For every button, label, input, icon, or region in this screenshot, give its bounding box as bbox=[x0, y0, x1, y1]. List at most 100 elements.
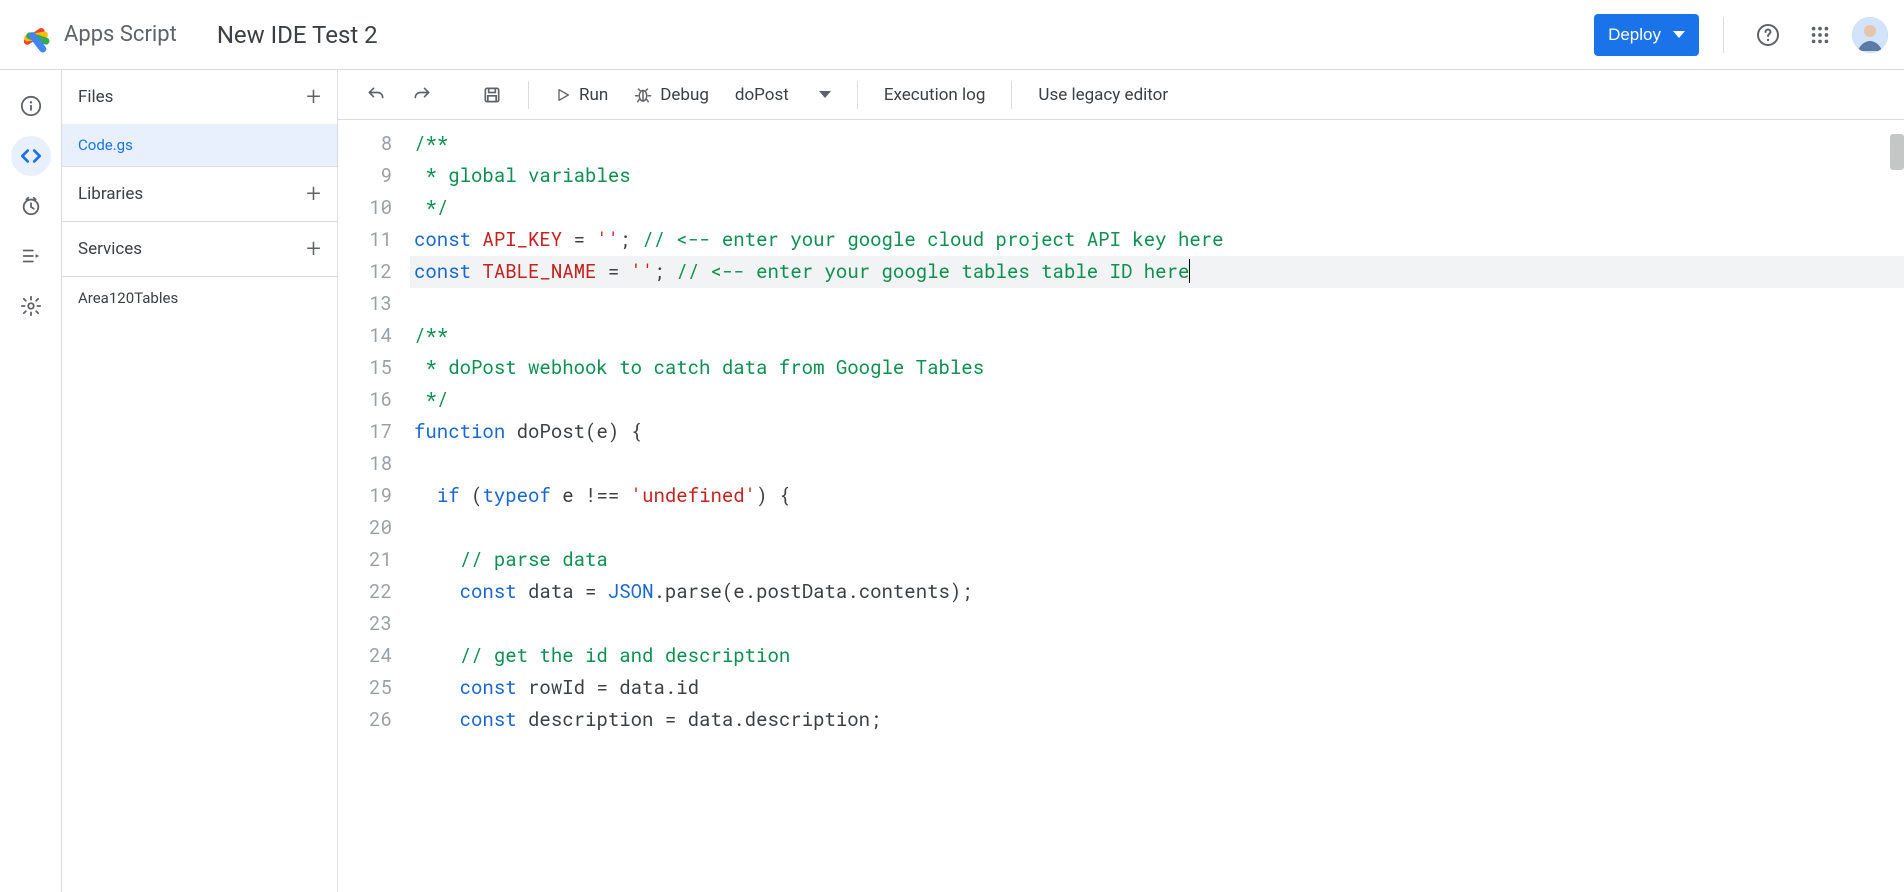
main-layout: Files + Code.gs Libraries + Services + A… bbox=[0, 70, 1904, 892]
code-token bbox=[414, 675, 460, 700]
line-number: 10 bbox=[338, 192, 392, 224]
debug-button[interactable]: Debug bbox=[624, 79, 719, 111]
code-token: .parse(e.postData.contents); bbox=[653, 579, 972, 604]
text-cursor bbox=[1189, 259, 1190, 283]
rail-triggers[interactable] bbox=[11, 186, 51, 226]
code-token: // <-- enter your google cloud project A… bbox=[642, 227, 1224, 252]
code-line[interactable]: */ bbox=[410, 384, 1904, 416]
code-line[interactable] bbox=[410, 512, 1904, 544]
files-label: Files bbox=[78, 87, 113, 107]
code-line[interactable]: const API_KEY = ''; // <-- enter your go… bbox=[410, 224, 1904, 256]
line-number: 24 bbox=[338, 640, 392, 672]
code-line[interactable]: // parse data bbox=[410, 544, 1904, 576]
libraries-section: Libraries + bbox=[62, 167, 337, 222]
chevron-down-icon bbox=[1673, 31, 1685, 38]
code-line[interactable]: const data = JSON.parse(e.postData.conte… bbox=[410, 576, 1904, 608]
rail-settings[interactable] bbox=[11, 286, 51, 326]
toolbar-separator bbox=[1011, 81, 1012, 109]
code-token: ; bbox=[619, 227, 642, 252]
undo-button[interactable] bbox=[356, 79, 396, 111]
legacy-editor-label: Use legacy editor bbox=[1038, 85, 1168, 105]
apps-menu-button[interactable] bbox=[1800, 15, 1840, 55]
chevron-down-icon bbox=[819, 91, 831, 98]
files-header: Files + bbox=[62, 70, 337, 124]
redo-icon bbox=[412, 85, 432, 105]
line-number: 14 bbox=[338, 320, 392, 352]
code-token: * global variables bbox=[425, 163, 630, 188]
add-file-button[interactable]: + bbox=[306, 84, 321, 110]
code-token: typeof bbox=[482, 483, 550, 508]
deploy-button[interactable]: Deploy bbox=[1594, 14, 1699, 56]
project-title[interactable]: New IDE Test 2 bbox=[217, 21, 378, 49]
account-avatar[interactable] bbox=[1852, 17, 1888, 53]
divider bbox=[1723, 17, 1724, 53]
info-icon bbox=[20, 95, 42, 117]
code-token bbox=[414, 355, 425, 380]
file-name: Code.gs bbox=[78, 136, 133, 154]
code-line[interactable]: /** bbox=[410, 320, 1904, 352]
code-line[interactable]: const rowId = data.id bbox=[410, 672, 1904, 704]
code-token: data = bbox=[528, 579, 608, 604]
service-item[interactable]: Area120Tables bbox=[62, 277, 337, 319]
execution-log-button[interactable]: Execution log bbox=[874, 79, 996, 111]
code-token: = bbox=[562, 227, 596, 252]
clock-icon bbox=[20, 195, 42, 217]
code-token bbox=[414, 195, 425, 220]
line-number: 18 bbox=[338, 448, 392, 480]
code-line[interactable]: * global variables bbox=[410, 160, 1904, 192]
add-service-button[interactable]: + bbox=[306, 236, 321, 262]
help-icon bbox=[1756, 23, 1780, 47]
save-button[interactable] bbox=[472, 79, 512, 111]
code-token: description = data.description; bbox=[528, 707, 881, 732]
file-item-code[interactable]: Code.gs bbox=[62, 124, 337, 166]
line-number: 26 bbox=[338, 704, 392, 736]
code-token: /** bbox=[414, 131, 448, 156]
app-name: Apps Script bbox=[64, 22, 177, 47]
function-selector[interactable]: doPost bbox=[725, 79, 841, 111]
code-line[interactable]: /** bbox=[410, 128, 1904, 160]
code-editor[interactable]: 891011121314151617181920212223242526 /**… bbox=[338, 120, 1904, 892]
code-line[interactable]: const TABLE_NAME = ''; // <-- enter your… bbox=[410, 256, 1904, 288]
code-line[interactable]: const description = data.description; bbox=[410, 704, 1904, 736]
code-line[interactable]: */ bbox=[410, 192, 1904, 224]
code-token: // get the id and description bbox=[460, 643, 791, 668]
code-token: const bbox=[460, 579, 528, 604]
line-gutter: 891011121314151617181920212223242526 bbox=[338, 120, 410, 892]
code-token: */ bbox=[425, 195, 448, 220]
apps-script-logo-icon bbox=[16, 15, 56, 55]
code-line[interactable]: * doPost webhook to catch data from Goog… bbox=[410, 352, 1904, 384]
code-line[interactable] bbox=[410, 608, 1904, 640]
code-token bbox=[414, 547, 460, 572]
code-token: API_KEY bbox=[482, 227, 562, 252]
help-button[interactable] bbox=[1748, 15, 1788, 55]
code-token: '' bbox=[631, 259, 654, 284]
code-line[interactable] bbox=[410, 448, 1904, 480]
redo-button[interactable] bbox=[402, 79, 442, 111]
line-number: 9 bbox=[338, 160, 392, 192]
add-library-button[interactable]: + bbox=[306, 181, 321, 207]
rail-editor[interactable] bbox=[11, 136, 51, 176]
code-line[interactable]: if (typeof e !== 'undefined') { bbox=[410, 480, 1904, 512]
run-button[interactable]: Run bbox=[545, 79, 618, 111]
code-token: JSON bbox=[608, 579, 654, 604]
app-logo[interactable]: Apps Script bbox=[16, 15, 177, 55]
legacy-editor-button[interactable]: Use legacy editor bbox=[1028, 79, 1178, 111]
code-token: const bbox=[414, 227, 482, 252]
code-token bbox=[414, 579, 460, 604]
line-number: 25 bbox=[338, 672, 392, 704]
code-line[interactable]: function doPost(e) { bbox=[410, 416, 1904, 448]
editor-toolbar: Run Debug doPost Execution log Use legac… bbox=[338, 70, 1904, 120]
scrollbar-thumb[interactable] bbox=[1890, 134, 1904, 170]
code-line[interactable] bbox=[410, 288, 1904, 320]
code-content[interactable]: /** * global variables */ const API_KEY =… bbox=[410, 120, 1904, 892]
code-token: const bbox=[460, 707, 528, 732]
line-number: 22 bbox=[338, 576, 392, 608]
rail-overview[interactable] bbox=[11, 86, 51, 126]
code-token: ; bbox=[653, 259, 676, 284]
rail-executions[interactable] bbox=[11, 236, 51, 276]
line-number: 11 bbox=[338, 224, 392, 256]
code-token: rowId = data.id bbox=[528, 675, 699, 700]
code-line[interactable]: // get the id and description bbox=[410, 640, 1904, 672]
editor-area: Run Debug doPost Execution log Use legac… bbox=[338, 70, 1904, 892]
code-token: // parse data bbox=[460, 547, 608, 572]
